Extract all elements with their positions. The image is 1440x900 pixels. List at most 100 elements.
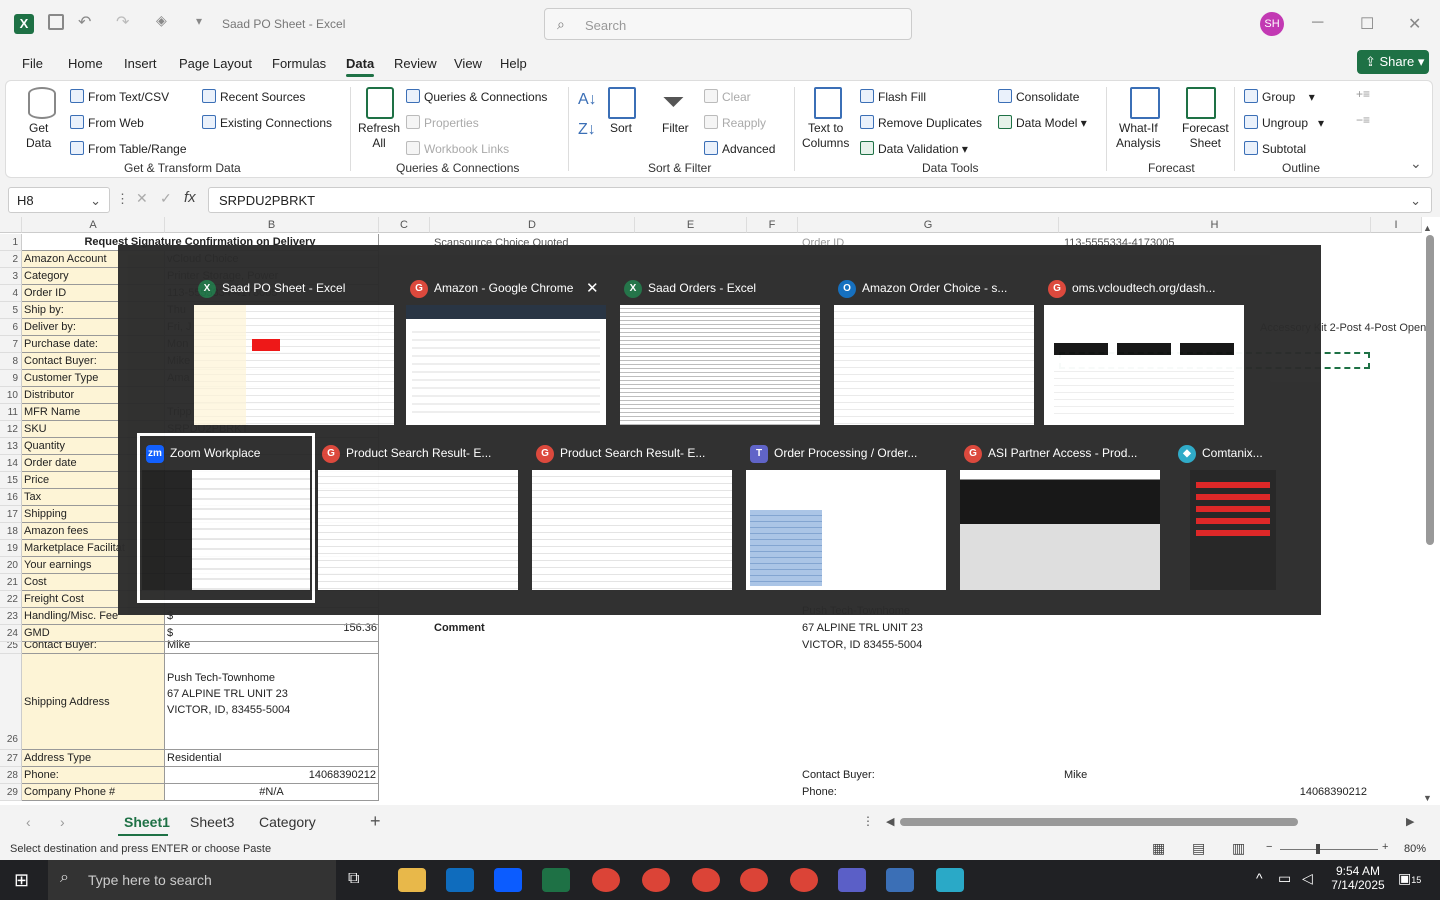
row-header[interactable]: 19 [0, 540, 22, 557]
row-header[interactable]: 21 [0, 574, 22, 591]
cancel-icon[interactable]: ✕ [136, 190, 148, 207]
row-header[interactable]: 13 [0, 438, 22, 455]
row-header[interactable]: 16 [0, 489, 22, 506]
chrome-icon[interactable] [692, 868, 720, 892]
tab-formulas[interactable]: Formulas [272, 56, 326, 71]
from-text-csv-button[interactable]: From Text/CSV [70, 89, 169, 104]
row-header[interactable]: 5 [0, 302, 22, 319]
row-header[interactable]: 1 [0, 234, 22, 251]
get-data-button[interactable]: Get Data [26, 121, 51, 151]
column-header[interactable]: H [1059, 217, 1371, 233]
text-to-columns-button[interactable]: Text to Columns [802, 121, 849, 151]
workbook-links-button[interactable]: Workbook Links [406, 141, 509, 156]
from-table-button[interactable]: From Table/Range [70, 141, 187, 156]
cell-a24[interactable]: GMD [22, 625, 165, 642]
zoom-level[interactable]: 80% [1404, 843, 1426, 855]
row-header[interactable]: 7 [0, 336, 22, 353]
fill-color-icon[interactable]: ◈ [156, 12, 167, 29]
page-break-icon[interactable]: ▥ [1232, 840, 1245, 857]
row-header[interactable]: 18 [0, 523, 22, 540]
row-header[interactable]: 22 [0, 591, 22, 608]
window-card[interactable]: ◆ Comtanix... [1174, 438, 1276, 598]
sort-az-icon[interactable]: A↓ [578, 91, 597, 109]
row-header[interactable]: 12 [0, 421, 22, 438]
next-sheet-icon[interactable]: › [60, 814, 65, 830]
collapse-ribbon-icon[interactable]: ⌄ [1410, 155, 1422, 172]
cell-b24[interactable]: $ [165, 625, 379, 642]
sort-button[interactable]: Sort [610, 121, 632, 135]
clock[interactable]: 9:54 AM 7/14/2025 [1330, 864, 1386, 892]
column-header[interactable]: E [635, 217, 747, 233]
network-icon[interactable]: ▭ [1278, 870, 1291, 887]
cell-a29[interactable]: Company Phone # [22, 784, 165, 801]
page-layout-icon[interactable]: ▤ [1192, 840, 1205, 857]
comtanix-icon[interactable] [936, 868, 964, 892]
row-header[interactable]: 2 [0, 251, 22, 268]
subtotal-button[interactable]: Subtotal [1244, 141, 1306, 156]
tab-home[interactable]: Home [68, 56, 103, 71]
forecast-sheet-button[interactable]: Forecast Sheet [1182, 121, 1229, 151]
cell-g29[interactable]: Phone: [800, 784, 839, 800]
undo-icon[interactable]: ↶ [78, 12, 91, 32]
prev-sheet-icon[interactable]: ‹ [26, 814, 31, 830]
cell-g24[interactable]: 67 ALPINE TRL UNIT 23 [800, 620, 925, 636]
chrome-icon[interactable] [790, 868, 818, 892]
tab-data[interactable]: Data [346, 56, 375, 77]
window-card[interactable]: G Amazon - Google Chrome ✕ [406, 273, 606, 433]
file-explorer-icon[interactable] [398, 868, 426, 892]
row-header[interactable]: 24 [0, 625, 22, 642]
close-window-icon[interactable]: ✕ [586, 279, 599, 297]
name-box[interactable]: H8 ⌄ [8, 187, 110, 213]
window-card[interactable]: G oms.vcloudtech.org/dash... [1044, 273, 1244, 433]
show-detail-icon[interactable]: +≡ [1356, 87, 1370, 101]
cell-h29[interactable]: 14068390212 [1059, 784, 1369, 800]
function-icon[interactable]: fx [184, 189, 196, 206]
cell-b27[interactable]: Residential [165, 750, 379, 767]
cell-b28[interactable]: 14068390212 [165, 767, 379, 784]
column-header[interactable]: F [747, 217, 798, 233]
share-button[interactable]: ⇪ Share ▾ [1357, 50, 1429, 74]
remove-duplicates-button[interactable]: Remove Duplicates [860, 115, 982, 130]
chrome-icon[interactable] [592, 868, 620, 892]
search-box[interactable]: ⌕ Search [544, 8, 912, 40]
notification-icon[interactable]: ▣15 [1398, 870, 1421, 887]
window-card[interactable]: G Product Search Result- E... [318, 438, 518, 598]
from-web-button[interactable]: From Web [70, 115, 144, 130]
customize-qat-icon[interactable]: ▾ [196, 14, 202, 28]
cell-a26[interactable]: Shipping Address [22, 654, 165, 750]
filter-button[interactable]: Filter [662, 121, 689, 135]
advanced-button[interactable]: Advanced [704, 141, 775, 156]
row-header[interactable]: 4 [0, 285, 22, 302]
column-header[interactable]: D [430, 217, 635, 233]
outlook-icon[interactable] [446, 868, 474, 892]
existing-connections-button[interactable]: Existing Connections [202, 115, 332, 130]
window-card[interactable]: T Order Processing / Order... [746, 438, 946, 598]
cell-d24[interactable]: Comment [432, 620, 487, 636]
flash-fill-button[interactable]: Flash Fill [860, 89, 926, 104]
row-header[interactable]: 29 [0, 784, 22, 801]
queries-connections-button[interactable]: Queries & Connections [406, 89, 547, 104]
scroll-right-icon[interactable]: ▶ [1406, 815, 1414, 828]
row-header[interactable]: 17 [0, 506, 22, 523]
ungroup-button[interactable]: Ungroup ▾ [1244, 115, 1324, 130]
excel-icon[interactable] [542, 868, 570, 892]
zoom-slider-thumb[interactable] [1316, 844, 1320, 854]
tab-page-layout[interactable]: Page Layout [179, 56, 252, 71]
group-button[interactable]: Group ▾ [1244, 89, 1315, 104]
scroll-down-icon[interactable]: ▼ [1423, 793, 1432, 803]
column-header[interactable]: I [1371, 217, 1422, 233]
hide-detail-icon[interactable]: −≡ [1356, 113, 1370, 127]
row-header[interactable]: 9 [0, 370, 22, 387]
column-header[interactable]: C [379, 217, 430, 233]
minimize-icon[interactable]: ─ [1312, 14, 1323, 32]
window-card[interactable]: G Product Search Result- E... [532, 438, 732, 598]
sheet-tab-category[interactable]: Category [259, 814, 316, 830]
sheet-tab-sheet1[interactable]: Sheet1 [124, 814, 170, 830]
window-card[interactable]: O Amazon Order Choice - s... [834, 273, 1034, 433]
chevron-up-icon[interactable]: ^ [1256, 870, 1263, 886]
row-header[interactable]: 3 [0, 268, 22, 285]
chrome-icon[interactable] [642, 868, 670, 892]
normal-view-icon[interactable]: ▦ [1152, 840, 1165, 857]
redo-icon[interactable]: ↷ [116, 12, 129, 32]
task-view-icon[interactable]: ⧉ [348, 870, 359, 888]
